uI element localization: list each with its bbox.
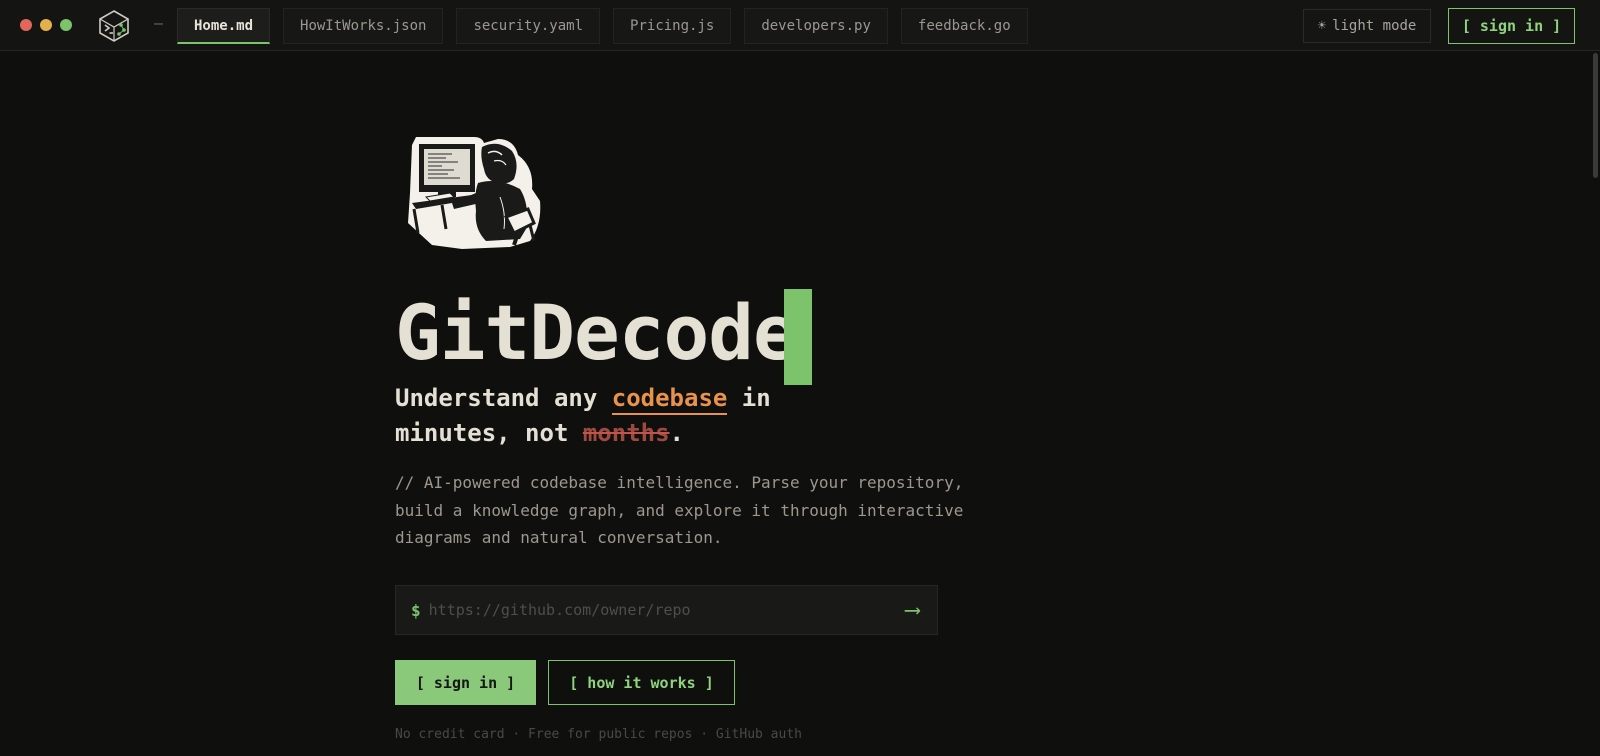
tab-label: security.yaml xyxy=(473,18,584,34)
repo-url-field[interactable]: $ ⟶ xyxy=(395,585,938,635)
tab-label: Pricing.js xyxy=(630,18,715,34)
hero-tagline: Understand any codebase in minutes, not … xyxy=(395,381,815,451)
developer-at-computer-illustration xyxy=(408,137,541,249)
how-it-works-label: [ how it works ] xyxy=(569,673,714,692)
tagline-text: minutes, not xyxy=(395,419,583,447)
hero-title: GitDecode xyxy=(395,288,799,377)
tab-label: feedback.go xyxy=(917,18,1011,34)
sign-in-label: [ sign in ] xyxy=(415,673,516,692)
submit-arrow-icon[interactable]: ⟶ xyxy=(906,598,919,623)
tab-label: HowItWorks.json xyxy=(300,18,427,34)
scrollbar-thumb[interactable] xyxy=(1593,53,1598,178)
hero-footnote: No credit card · Free for public repos ·… xyxy=(395,727,802,742)
light-mode-label: light mode xyxy=(1332,18,1417,34)
hero-description: // AI-powered codebase intelligence. Par… xyxy=(395,473,964,547)
tagline-struck-word: months xyxy=(582,419,670,447)
blinking-cursor xyxy=(784,289,812,385)
tab-developers[interactable]: developers.py xyxy=(744,8,888,44)
tab-label: Home.md xyxy=(194,17,254,34)
header-sign-in-label: [ sign in ] xyxy=(1461,17,1562,35)
tagline-highlight: codebase xyxy=(611,384,728,415)
tagline-text: Understand any xyxy=(395,384,612,412)
tab-security[interactable]: security.yaml xyxy=(456,8,601,44)
tagline-text: . xyxy=(669,419,684,447)
window-controls xyxy=(20,19,72,31)
prompt-symbol: $ xyxy=(411,600,421,620)
light-mode-toggle[interactable]: ☀ light mode xyxy=(1303,9,1431,43)
top-navigation-bar: — Home.md HowItWorks.json security.yaml … xyxy=(0,0,1600,51)
page-scrollbar[interactable] xyxy=(1592,51,1598,756)
sign-in-button[interactable]: [ sign in ] xyxy=(395,660,536,705)
sun-icon: ☀ xyxy=(1317,18,1327,34)
repo-url-input[interactable] xyxy=(428,601,869,619)
file-tabs: Home.md HowItWorks.json security.yaml Pr… xyxy=(177,8,1028,44)
close-dot[interactable] xyxy=(20,19,32,31)
maximize-dot[interactable] xyxy=(60,19,72,31)
header-sign-in-button[interactable]: [ sign in ] xyxy=(1448,8,1575,44)
tab-how-it-works[interactable]: HowItWorks.json xyxy=(283,8,444,44)
tagline-text: in xyxy=(727,384,771,412)
how-it-works-button[interactable]: [ how it works ] xyxy=(548,660,735,705)
tab-feedback[interactable]: feedback.go xyxy=(900,8,1028,44)
minimize-dot[interactable] xyxy=(40,19,52,31)
tab-home[interactable]: Home.md xyxy=(177,8,271,44)
tab-label: developers.py xyxy=(761,18,871,34)
nav-separator: — xyxy=(154,14,164,32)
tab-pricing[interactable]: Pricing.js xyxy=(613,8,732,44)
logo-icon[interactable] xyxy=(97,9,131,43)
